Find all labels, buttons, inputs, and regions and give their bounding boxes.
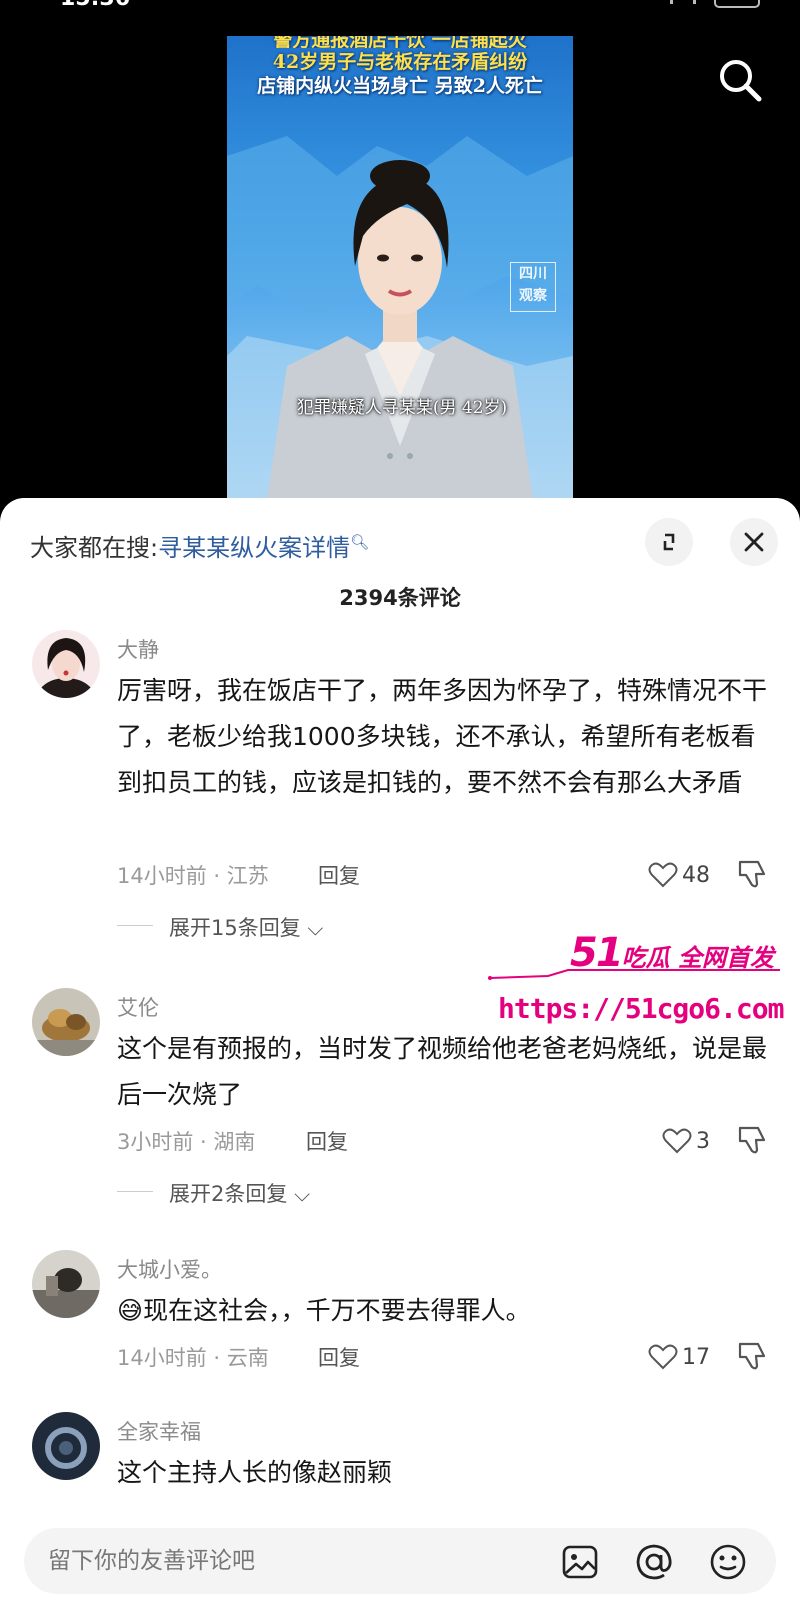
reply-button[interactable]: 回复 (318, 860, 360, 890)
username[interactable]: 大城小爱。 (117, 1254, 222, 1284)
dislike-icon[interactable] (736, 858, 770, 890)
comment-item: 全家幸福 这个主持人长的像赵丽颖 (0, 1412, 800, 1512)
like-button[interactable]: 3 (662, 1126, 710, 1156)
trending-prefix: 大家都在搜: (30, 534, 159, 562)
headline-line-2: 42岁男子与老板存在矛盾纠纷 (272, 51, 528, 73)
avatar[interactable] (32, 630, 100, 698)
comment-text: 这个主持人长的像赵丽颖 (117, 1458, 393, 1487)
comment-text: 😅现在这社会，，千万不要去得罪人。 (117, 1288, 777, 1334)
comment-text: 厉害呀，我在饭店干了，两年多因为怀孕了，特殊情况不干了，老板少给我1000多块钱… (117, 676, 768, 797)
headline-line-3: 店铺内纵火当场身亡 另致2人死亡 (257, 75, 543, 97)
image-icon[interactable] (560, 1542, 600, 1582)
search-icon[interactable] (712, 52, 768, 108)
like-count: 48 (682, 862, 710, 888)
headline-partial: 警方通报酒店干饮 一店铺起火 (273, 36, 527, 48)
battery-icon (714, 0, 760, 8)
watermark-underline (488, 969, 780, 980)
close-icon[interactable] (730, 518, 778, 566)
channel-logo: 四川 观察 (510, 262, 556, 312)
dislike-icon[interactable] (736, 1340, 770, 1372)
avatar[interactable] (32, 988, 100, 1056)
channel-logo-text: 四川 观察 (519, 266, 547, 304)
comment-text-body: 现在这社会，，千万不要去得罪人。 (143, 1296, 531, 1325)
comment-input[interactable] (24, 1528, 544, 1594)
like-button[interactable]: 17 (648, 1342, 710, 1372)
username[interactable]: 大静 (117, 634, 159, 664)
comment-meta: 14小时前 · 云南 (117, 1346, 269, 1370)
like-button[interactable]: 48 (648, 860, 710, 890)
signal-icon (670, 0, 696, 4)
username[interactable]: 艾伦 (117, 992, 159, 1022)
search-small-icon: 🔍︎ (350, 533, 370, 551)
expand-replies-button[interactable]: 展开15条回复 ⌵ (117, 912, 323, 942)
comments-panel: 大家都在搜:寻某某纵火案详情🔍︎ 2394条评论 大静 厉害呀，我在饭店干了，两… (0, 498, 800, 1609)
news-headline: 警方通报酒店干饮 一店铺起火 42岁男子与老板存在矛盾纠纷 店铺内纵火当场身亡 … (227, 36, 573, 108)
dislike-icon[interactable] (736, 1124, 770, 1156)
video-player[interactable]: 15:36 (0, 0, 800, 520)
chevron-down-icon: ⌵ (294, 1182, 310, 1206)
like-count: 3 (696, 1128, 710, 1154)
status-bar: 15:36 (0, 0, 800, 11)
video-frame[interactable]: 警方通报酒店干饮 一店铺起火 42岁男子与老板存在矛盾纠纷 店铺内纵火当场身亡 … (227, 36, 573, 500)
expand-icon[interactable] (645, 518, 693, 566)
username[interactable]: 全家幸福 (117, 1416, 201, 1446)
lower-third-caption: 犯罪嫌疑人寻某某(男 42岁) (296, 398, 508, 418)
chevron-down-icon: ⌵ (307, 916, 324, 940)
expand-replies-button[interactable]: 展开2条回复 ⌵ (117, 1178, 310, 1208)
comment-count: 2394条评论 (339, 586, 461, 610)
heart-icon (648, 1344, 678, 1370)
emoji-icon[interactable] (708, 1542, 748, 1582)
comment-item: 大静 厉害呀，我在饭店干了，两年多因为怀孕了，特殊情况不干了，老板少给我1000… (0, 630, 800, 940)
comment-text: 这个是有预报的，当时发了视频给他老爸老妈烧纸，说是最后一次烧了 (117, 1034, 768, 1109)
reply-button[interactable]: 回复 (318, 1342, 360, 1372)
divider (117, 925, 153, 926)
watermark: 51吃瓜 全网首发 https://51cgo6.com (488, 930, 788, 1034)
comment-input-bar (0, 1512, 800, 1609)
heart-icon (648, 862, 678, 888)
watermark-url: https://51cgo6.com (498, 992, 784, 1025)
heart-icon (662, 1128, 692, 1154)
at-icon[interactable] (634, 1542, 674, 1582)
trending-term-link[interactable]: 寻某某纵火案详情 (158, 534, 350, 562)
reply-button[interactable]: 回复 (306, 1126, 348, 1156)
comment-meta: 3小时前 · 湖南 (117, 1130, 256, 1154)
status-time: 15:36 (60, 0, 130, 11)
comment-item: 大城小爱。 😅现在这社会，，千万不要去得罪人。 14小时前 · 云南 回复 17 (0, 1250, 800, 1380)
avatar[interactable] (32, 1250, 100, 1318)
comment-meta: 14小时前 · 江苏 (117, 864, 269, 888)
trending-search[interactable]: 大家都在搜:寻某某纵火案详情🔍︎ (30, 528, 369, 563)
emoji-icon-inline: 😅 (117, 1296, 144, 1325)
avatar[interactable] (32, 1412, 100, 1480)
expand-replies-label: 展开2条回复 (169, 1182, 288, 1206)
expand-replies-label: 展开15条回复 (169, 916, 301, 940)
divider (117, 1191, 153, 1192)
like-count: 17 (682, 1344, 710, 1370)
